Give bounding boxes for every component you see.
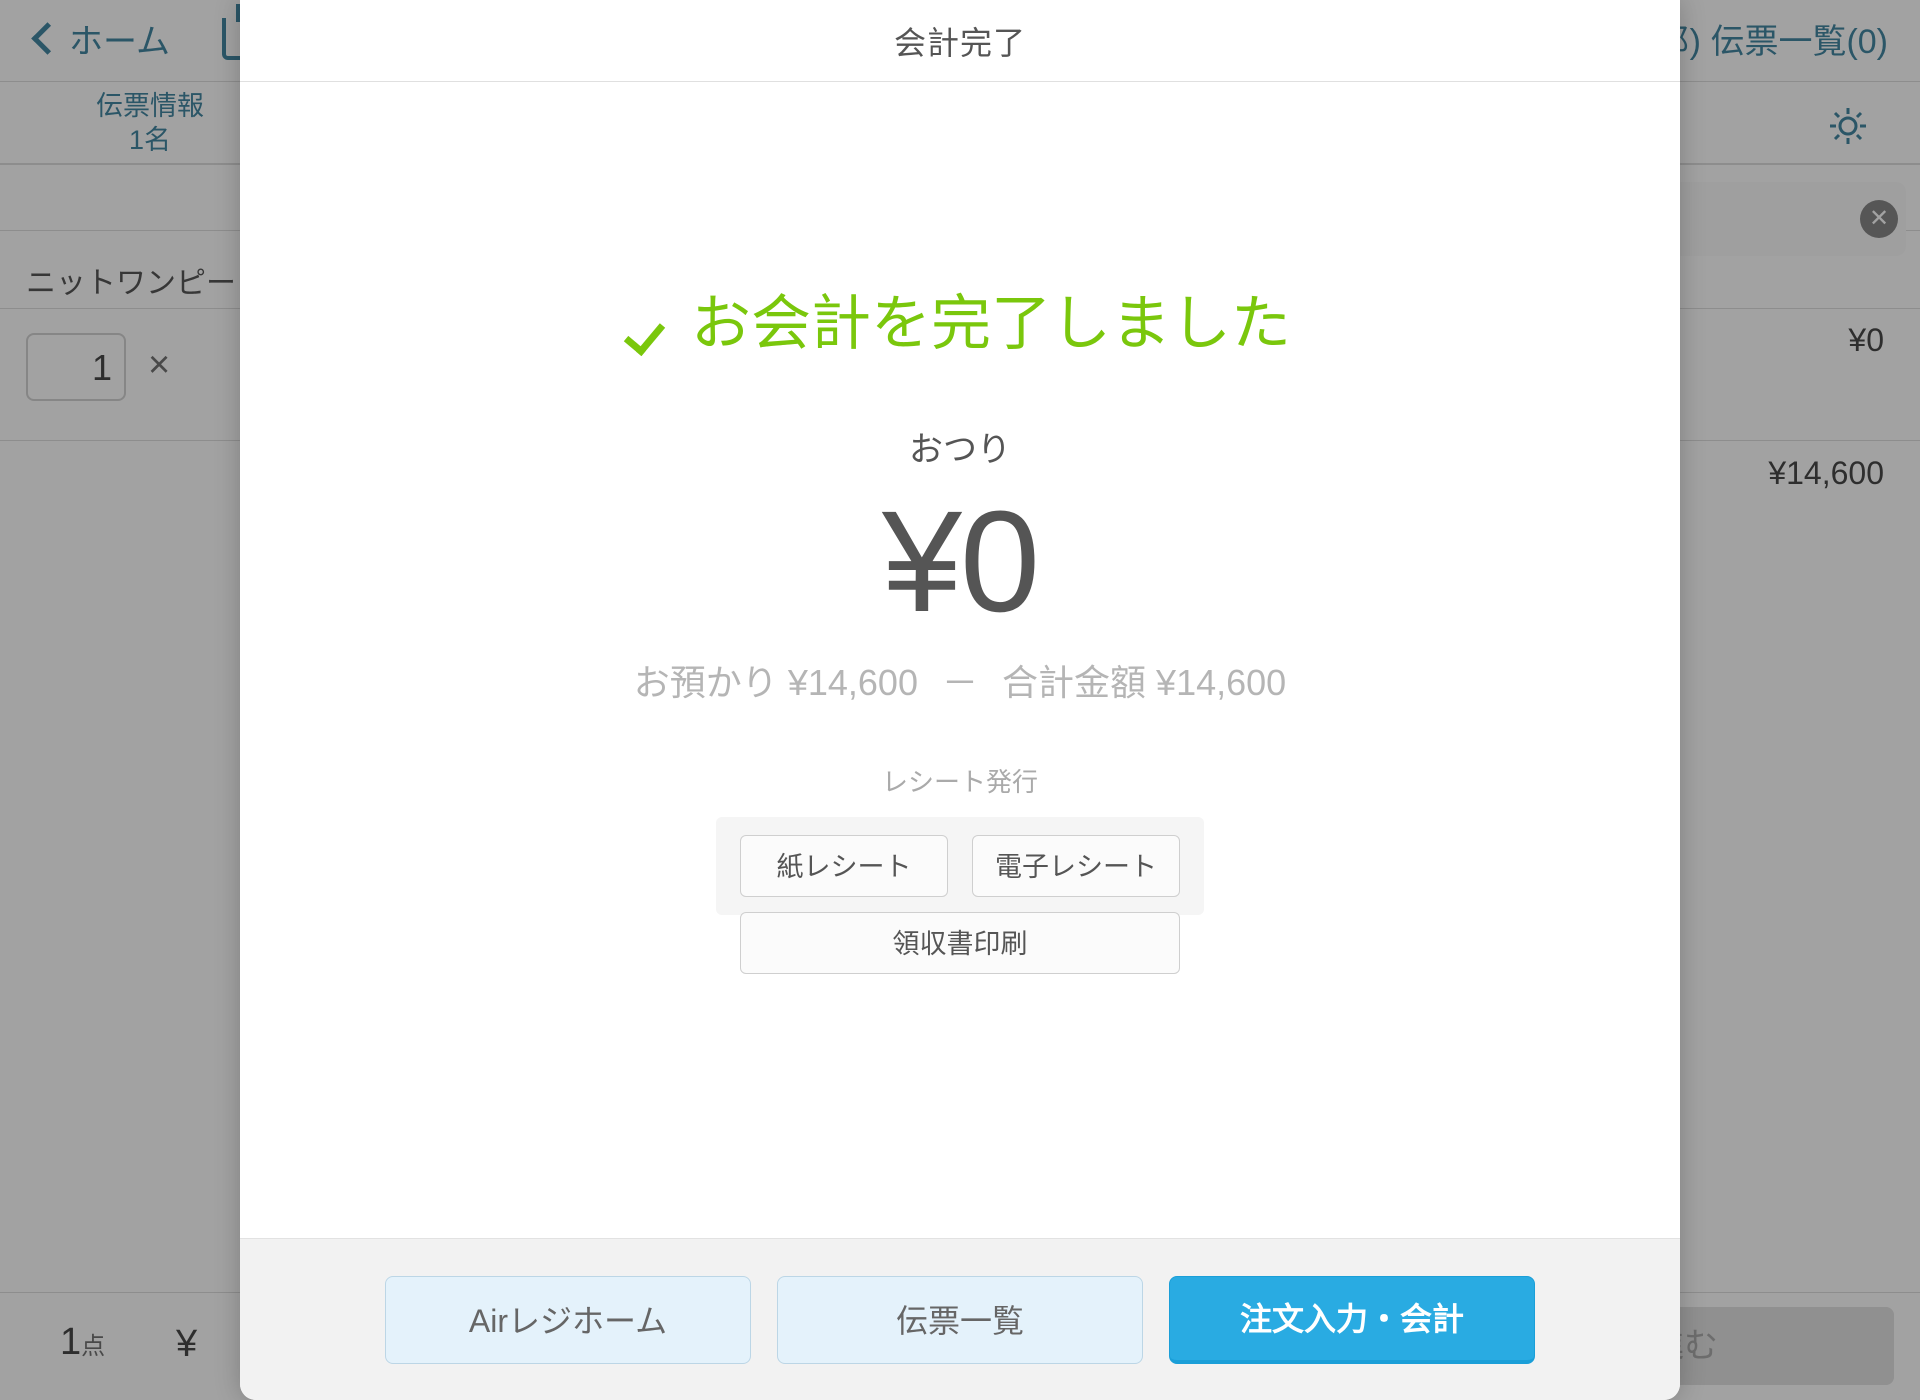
received-amount: ¥14,600: [787, 662, 918, 703]
electronic-receipt-button[interactable]: 電子レシート: [972, 835, 1180, 897]
dialog-body: お会計を完了しました おつり ¥0 お預かり ¥14,600 － 合計金額 ¥1…: [240, 82, 1680, 1238]
dialog-footer: Airレジホーム 伝票一覧 注文入力・会計: [240, 1238, 1680, 1400]
slip-list-button[interactable]: 伝票一覧: [777, 1275, 1143, 1364]
total-amount: ¥14,600: [1156, 662, 1287, 703]
success-message-row: お会計を完了しました: [240, 294, 1680, 354]
minus-symbol: －: [941, 662, 978, 703]
airregi-home-button[interactable]: Airレジホーム: [385, 1275, 751, 1364]
dialog-header: 会計完了: [240, 0, 1680, 82]
payment-breakdown: お預かり ¥14,600 － 合計金額 ¥14,600: [240, 654, 1680, 706]
receipt-button-group: 紙レシート 電子レシート: [716, 817, 1204, 915]
success-message: お会計を完了しました: [691, 290, 1291, 357]
receipt-section: レシート発行 紙レシート 電子レシート: [240, 762, 1680, 915]
change-label: おつり: [909, 431, 1011, 469]
dialog-title: 会計完了: [893, 24, 1026, 61]
receipt-section-label: レシート発行: [881, 767, 1038, 797]
total-label: 合計金額: [1002, 662, 1147, 703]
paper-receipt-button[interactable]: 紙レシート: [740, 835, 948, 897]
change-amount: ¥0: [881, 481, 1040, 642]
order-entry-checkout-button[interactable]: 注文入力・会計: [1169, 1275, 1535, 1364]
print-invoice-button[interactable]: 領収書印刷: [740, 912, 1180, 974]
received-label: お預かり: [633, 662, 778, 703]
check-icon: [629, 302, 675, 348]
payment-complete-dialog: 会計完了 お会計を完了しました おつり ¥0 お預かり ¥14,600 － 合計…: [240, 0, 1680, 1400]
